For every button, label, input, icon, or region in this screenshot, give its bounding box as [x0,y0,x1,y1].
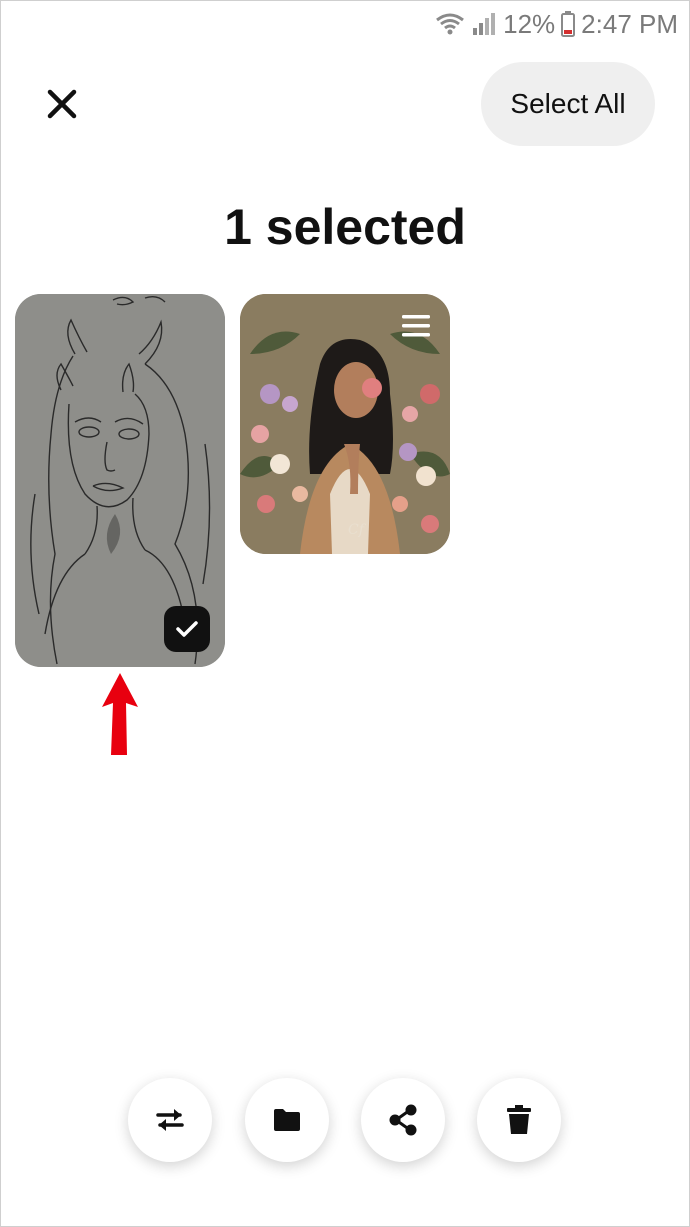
arrow-up-icon [102,673,138,755]
checkmark-icon [176,621,198,637]
selected-check-badge[interactable] [164,606,210,652]
folder-button[interactable] [245,1078,329,1162]
page-title: 1 selected [224,199,466,255]
battery-percent: 12% [503,8,556,39]
delete-button[interactable] [477,1078,561,1162]
folder-icon [274,1109,300,1131]
svg-text:Cf: Cf [348,522,367,538]
status-bar: 12% 2:47 PM [435,6,678,42]
trash-icon [507,1105,531,1134]
share-icon [389,1104,417,1136]
battery-icon [561,11,576,37]
move-button[interactable] [128,1078,212,1162]
share-button[interactable] [361,1078,445,1162]
swap-arrows-icon [156,1109,184,1131]
close-icon [47,89,77,119]
clock: 2:47 PM [581,8,678,39]
signal-icon [471,12,497,36]
pin-woman-flowers-illustration[interactable]: Cf [240,294,450,554]
hamburger-icon[interactable] [402,314,430,338]
wifi-icon [435,12,465,36]
pin-sketch-horned-girl[interactable] [15,294,225,667]
close-button[interactable] [38,80,86,128]
select-all-button[interactable]: Select All [481,62,655,146]
